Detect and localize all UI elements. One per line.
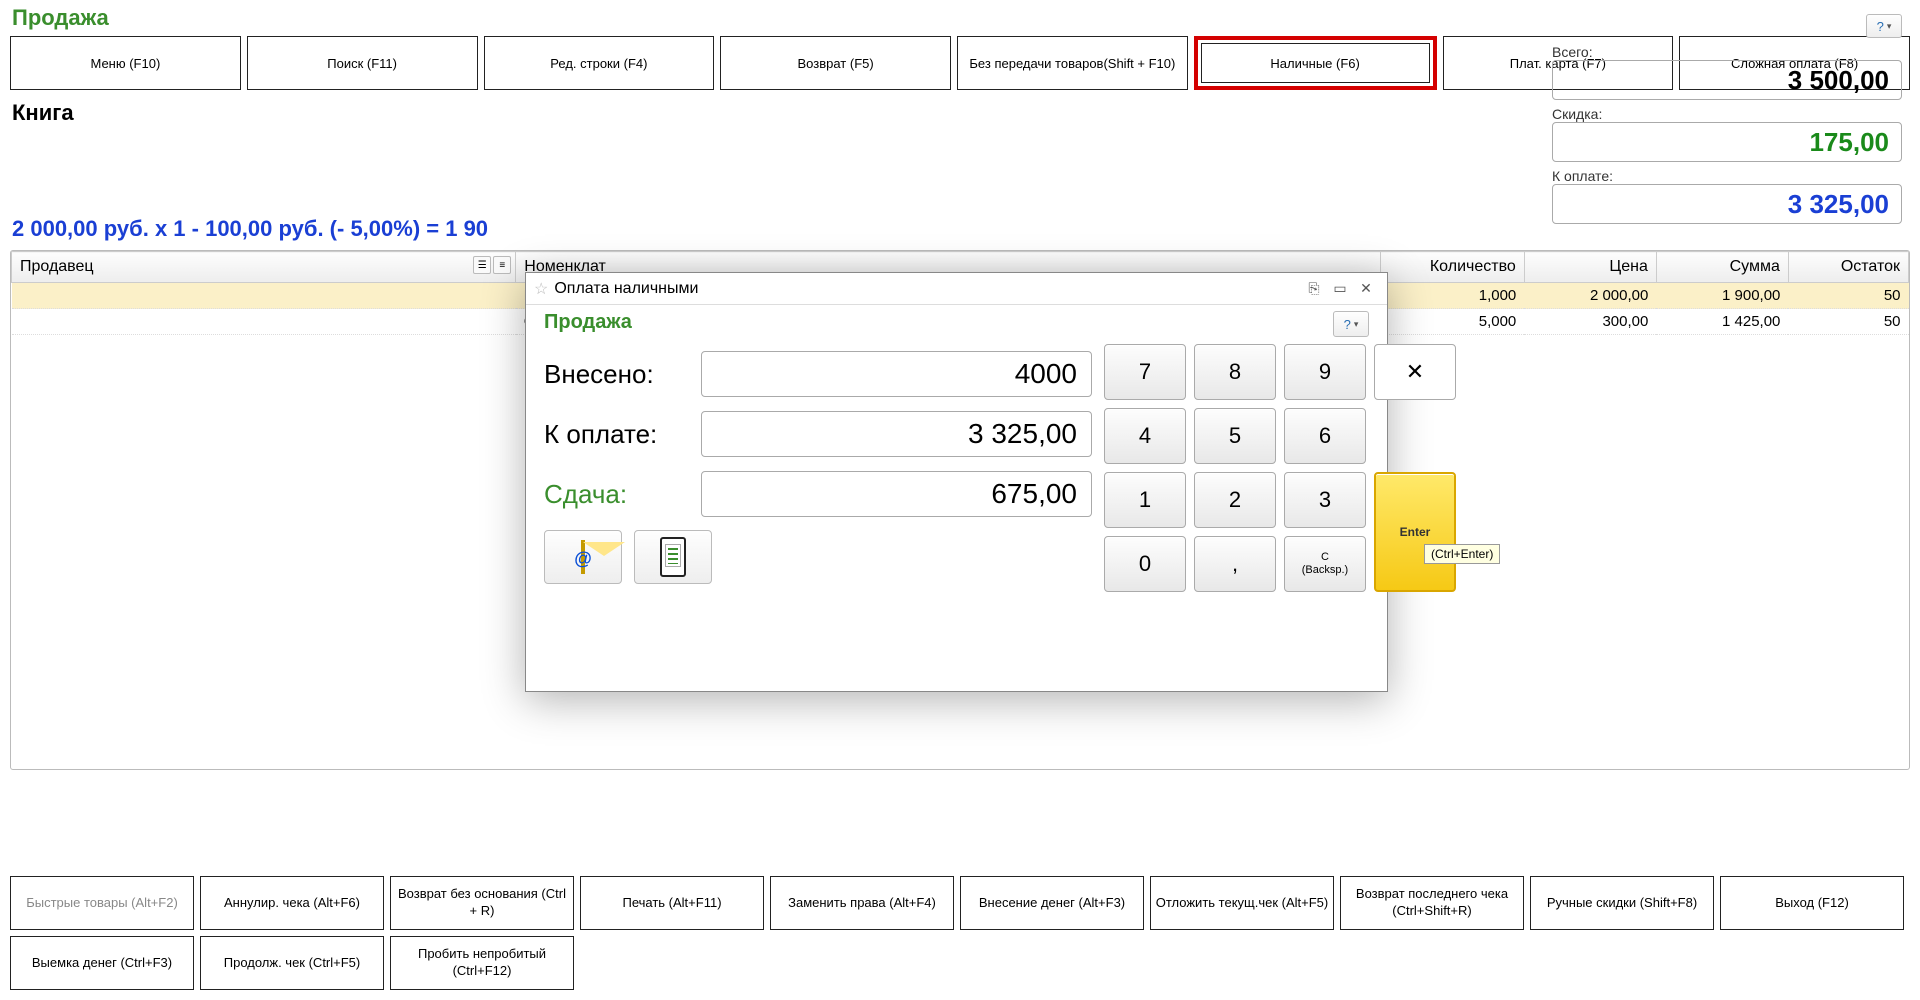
key-5[interactable]: 5	[1194, 408, 1276, 464]
bottom-button[interactable]: Пробить непробитый (Ctrl+F12)	[390, 936, 574, 990]
phone-icon	[660, 537, 686, 577]
col-seller[interactable]: Продавец ☰ ≡	[12, 252, 516, 283]
change-input	[701, 471, 1092, 517]
top-button-поиск[interactable]: Поиск (F11)	[247, 36, 478, 90]
col-price[interactable]: Цена	[1524, 252, 1656, 283]
dialog-help-button[interactable]: ?	[1333, 311, 1369, 337]
totals-panel: Всего: 3 500,00 Скидка: 175,00 К оплате:…	[1552, 38, 1902, 224]
bottom-button[interactable]: Аннулир. чека (Alt+F6)	[200, 876, 384, 930]
entered-label: Внесено:	[544, 359, 689, 390]
dialog-titlebar[interactable]: ☆ Оплата наличными ⎘ ▭ ✕	[526, 273, 1387, 305]
key-clear[interactable]: ✕	[1374, 344, 1456, 400]
numeric-keypad: 7 8 9 ✕ 4 5 6 1 2 3 Enter 0 , C (Backsp.…	[1104, 344, 1456, 592]
key-comma[interactable]: ,	[1194, 536, 1276, 592]
dialog-due-input	[701, 411, 1092, 457]
bottom-button[interactable]: Выход (F12)	[1720, 876, 1904, 930]
key-3[interactable]: 3	[1284, 472, 1366, 528]
dialog-sale-label: Продажа	[544, 311, 1369, 334]
total-value: 3 500,00	[1552, 60, 1902, 100]
seller-select-icon[interactable]: ☰	[473, 256, 491, 274]
enter-tooltip: (Ctrl+Enter)	[1424, 544, 1500, 564]
bottom-button[interactable]: Отложить текущ.чек (Alt+F5)	[1150, 876, 1334, 930]
top-button-наличные[interactable]: Наличные (F6)	[1194, 36, 1437, 90]
bottom-button[interactable]: Печать (Alt+F11)	[580, 876, 764, 930]
bottom-button[interactable]: Выемка денег (Ctrl+F3)	[10, 936, 194, 990]
key-enter[interactable]: Enter	[1374, 472, 1456, 592]
total-label: Всего:	[1552, 44, 1902, 60]
maximize-icon[interactable]: ▭	[1327, 278, 1353, 300]
seller-list-icon[interactable]: ≡	[493, 256, 511, 274]
link-icon[interactable]: ⎘	[1301, 278, 1327, 300]
col-rest[interactable]: Остаток	[1788, 252, 1908, 283]
key-1[interactable]: 1	[1104, 472, 1186, 528]
bottom-button[interactable]: Ручные скидки (Shift+F8)	[1530, 876, 1714, 930]
key-6[interactable]: 6	[1284, 408, 1366, 464]
col-sum[interactable]: Сумма	[1656, 252, 1788, 283]
key-2[interactable]: 2	[1194, 472, 1276, 528]
at-sign-icon: @	[574, 549, 592, 570]
bottom-button: Быстрые товары (Alt+F2)	[10, 876, 194, 930]
discount-value: 175,00	[1552, 122, 1902, 162]
bottom-button-rows: Быстрые товары (Alt+F2)Аннулир. чека (Al…	[10, 870, 1910, 990]
bottom-button[interactable]: Возврат последнего чека (Ctrl+Shift+R)	[1340, 876, 1524, 930]
key-backspace[interactable]: C (Backsp.)	[1284, 536, 1366, 592]
help-button[interactable]: ?	[1866, 14, 1902, 38]
dialog-title: Оплата наличными	[554, 280, 1301, 298]
discount-label: Скидка:	[1552, 106, 1902, 122]
close-icon[interactable]: ✕	[1353, 278, 1379, 300]
top-button-без[interactable]: Без передачи товаров(Shift + F10)	[957, 36, 1188, 90]
key-7[interactable]: 7	[1104, 344, 1186, 400]
top-button-возврат[interactable]: Возврат (F5)	[720, 36, 951, 90]
due-label: К оплате:	[1552, 168, 1902, 184]
change-label: Сдача:	[544, 479, 689, 510]
cash-payment-dialog: ☆ Оплата наличными ⎘ ▭ ✕ ? Продажа Внесе…	[525, 272, 1388, 692]
favorite-icon[interactable]: ☆	[534, 279, 548, 299]
due-value: 3 325,00	[1552, 184, 1902, 224]
send-sms-button[interactable]	[634, 530, 712, 584]
send-email-button[interactable]: @	[544, 530, 622, 584]
page-title: Продажа	[0, 0, 1920, 36]
bottom-button[interactable]: Продолж. чек (Ctrl+F5)	[200, 936, 384, 990]
key-9[interactable]: 9	[1284, 344, 1366, 400]
bottom-button[interactable]: Возврат без основания (Ctrl + R)	[390, 876, 574, 930]
bottom-button[interactable]: Внесение денег (Alt+F3)	[960, 876, 1144, 930]
key-4[interactable]: 4	[1104, 408, 1186, 464]
bottom-button[interactable]: Заменить права (Alt+F4)	[770, 876, 954, 930]
top-button-ред.[interactable]: Ред. строки (F4)	[484, 36, 715, 90]
dialog-due-label: К оплате:	[544, 419, 689, 450]
top-button-меню[interactable]: Меню (F10)	[10, 36, 241, 90]
col-qty[interactable]: Количество	[1380, 252, 1524, 283]
key-8[interactable]: 8	[1194, 344, 1276, 400]
entered-input[interactable]	[701, 351, 1092, 397]
key-0[interactable]: 0	[1104, 536, 1186, 592]
